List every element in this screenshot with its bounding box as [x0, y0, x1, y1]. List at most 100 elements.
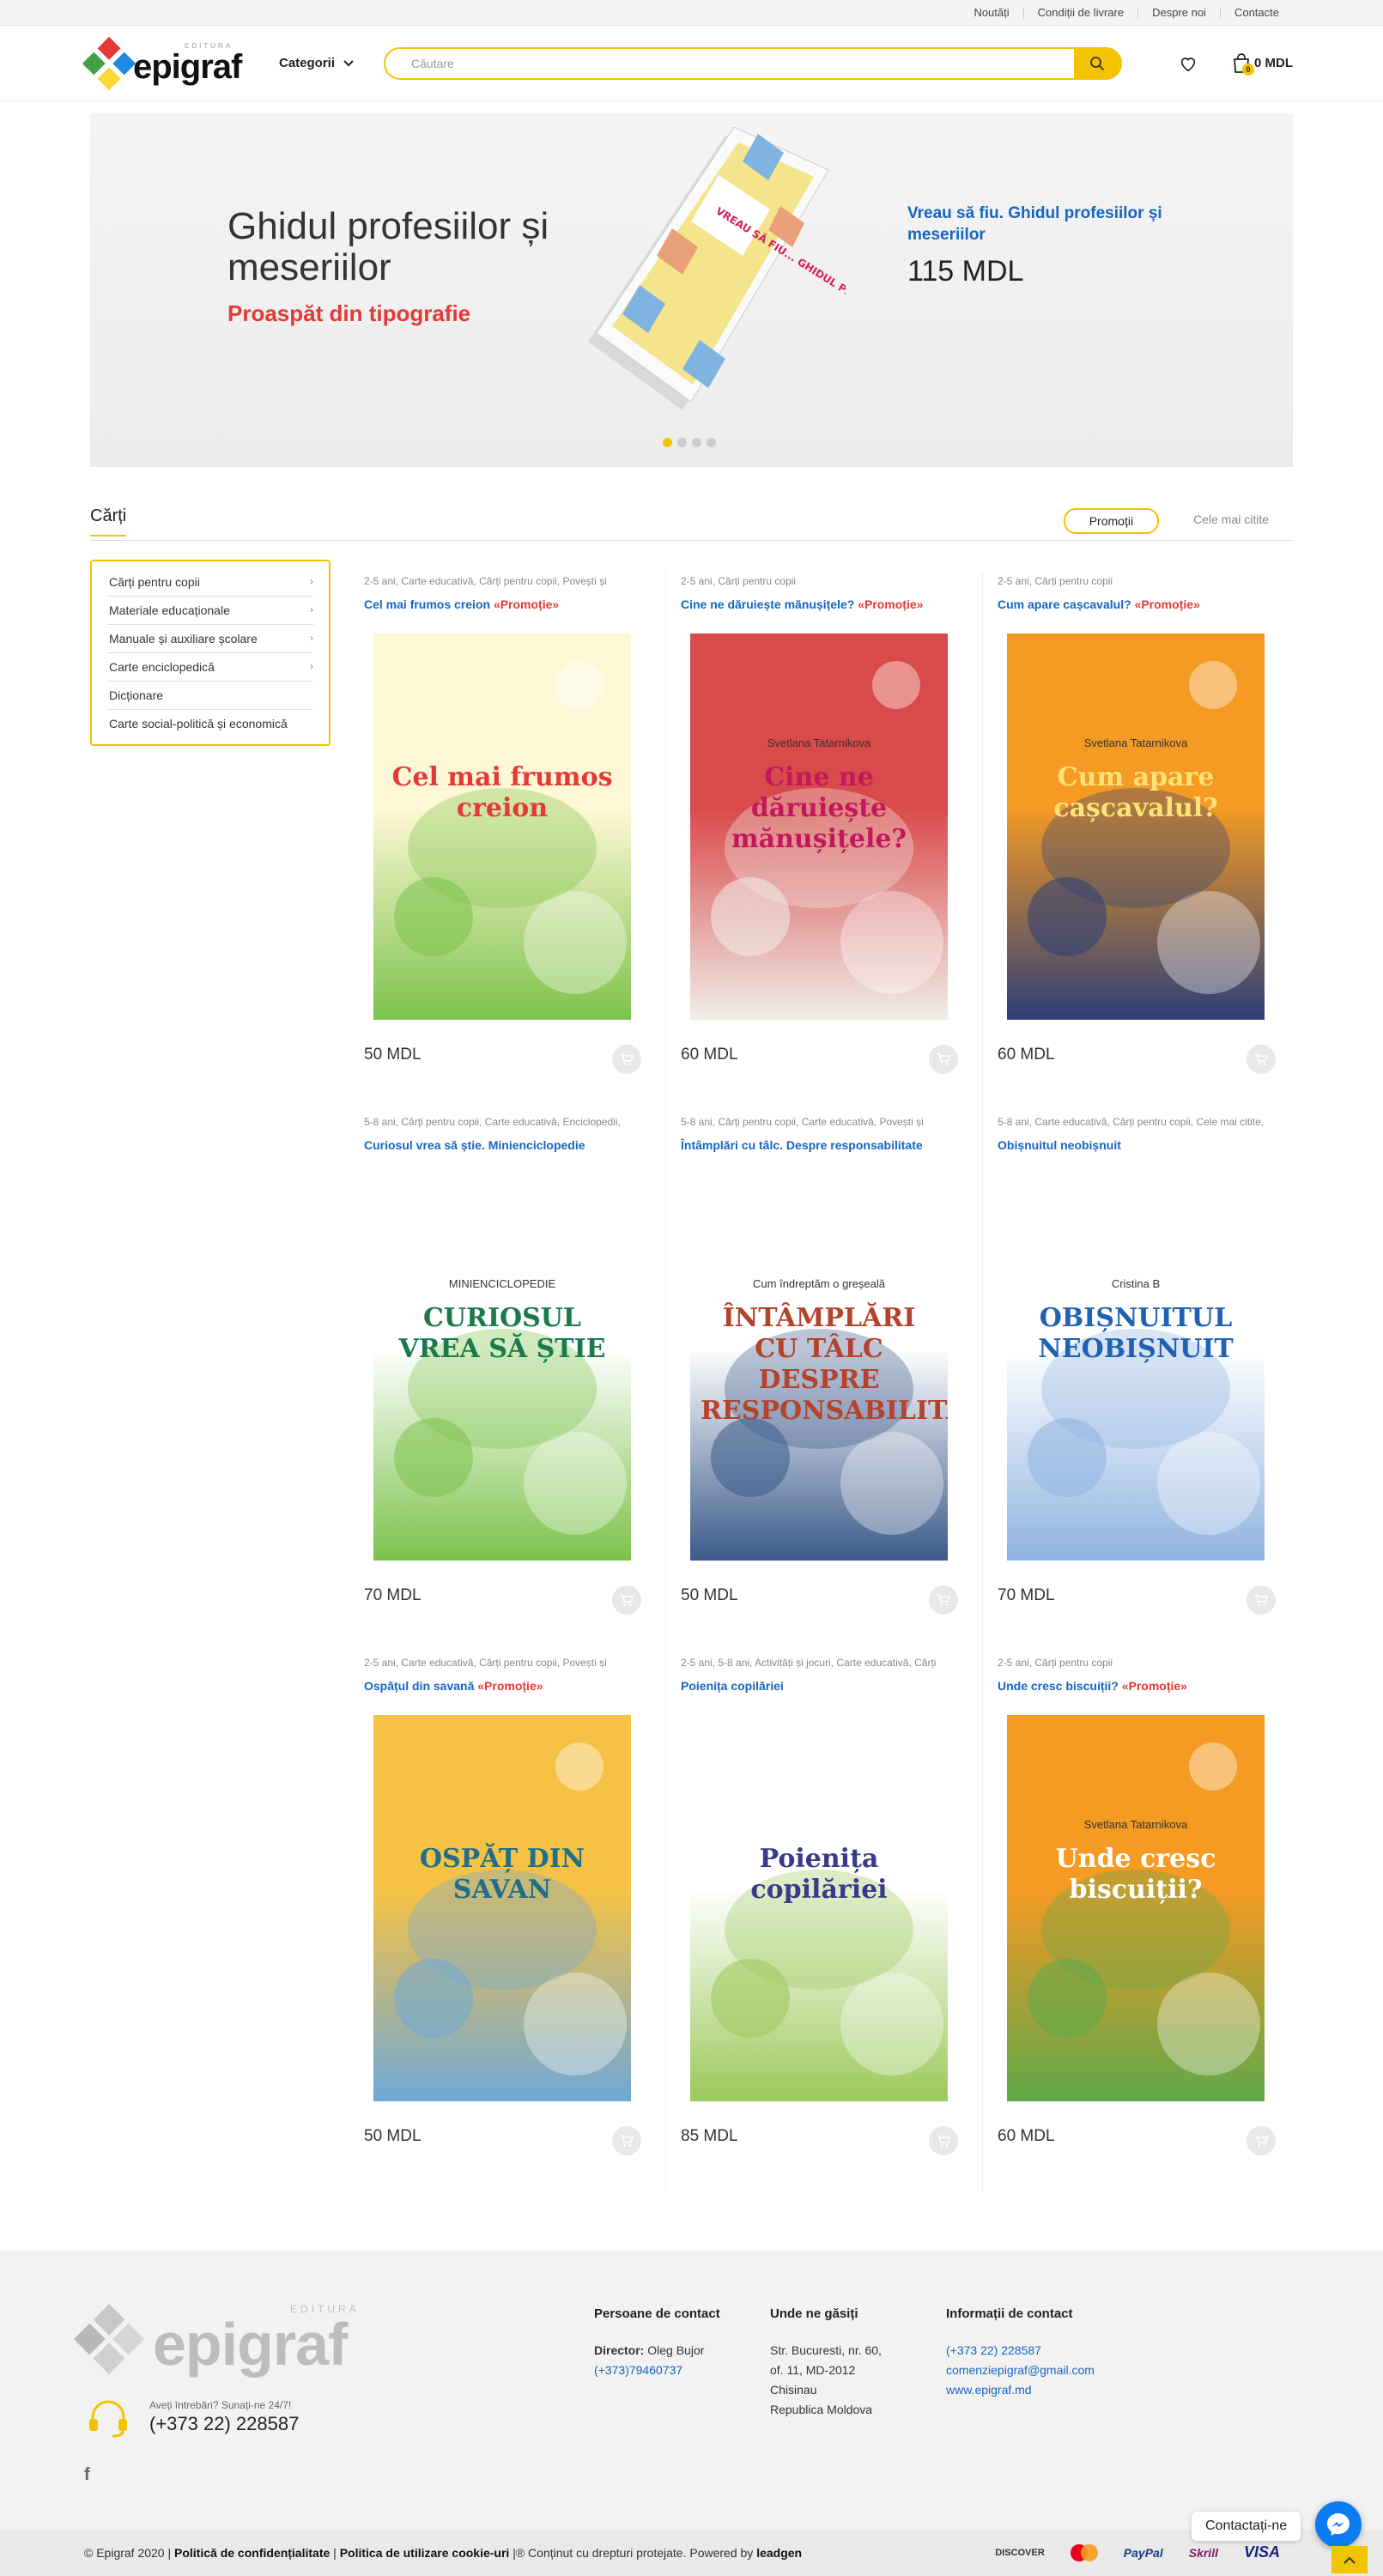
sidebar-item-label: Manuale și auxiliare școlare — [109, 632, 258, 646]
sidebar-item-label: Cărți pentru copii — [109, 575, 200, 589]
add-to-cart-button[interactable] — [1247, 1045, 1276, 1074]
banner-product-name[interactable]: Vreau să fiu. Ghidul profesiilor și mese… — [907, 203, 1165, 245]
product-tags: 5-8 ani, Carte educativă, Cărți pentru c… — [998, 1116, 1265, 1128]
product-name[interactable]: Întâmplări cu tâlc. Despre responsabilit… — [681, 1138, 967, 1155]
cart-icon — [621, 1594, 634, 1606]
sidebar-item-educational[interactable]: Materiale educaționale › — [107, 597, 313, 625]
scroll-to-top-button[interactable] — [1331, 2546, 1368, 2573]
hero-banner[interactable]: Ghidul profesiilor și meseriilor Proaspă… — [90, 113, 1293, 467]
product-card[interactable]: 5-8 ani, Cărți pentru copii, Carte educa… — [349, 1112, 666, 1653]
add-to-cart-button[interactable] — [612, 1045, 641, 1074]
product-card[interactable]: 2-5 ani, Cărți pentru copii Unde cresc b… — [983, 1653, 1300, 2194]
product-name[interactable]: Cine ne dăruiește mănușițele? «Promoție» — [681, 597, 967, 615]
chevron-right-icon: › — [310, 660, 313, 672]
topbar-link-about[interactable]: Despre noi — [1137, 6, 1220, 19]
sidebar-item-social-political[interactable]: Carte social-politică și economică — [107, 710, 313, 737]
site-logo[interactable]: EDITURA epigraf — [82, 36, 262, 90]
sidebar-item-label: Materiale educaționale — [109, 603, 230, 617]
add-to-cart-button[interactable] — [929, 1585, 958, 1615]
chevron-up-icon — [1344, 2556, 1356, 2564]
product-price: 50 MDL — [364, 1046, 422, 1064]
product-card[interactable]: 5-8 ani, Carte educativă, Cărți pentru c… — [983, 1112, 1300, 1653]
books-section-header: Cărți Promoții Cele mai citite — [90, 505, 1293, 541]
sidebar-item-dictionaries[interactable]: Dicționare — [107, 682, 313, 710]
address-line: Str. Bucuresti, nr. 60, — [770, 2343, 882, 2357]
address-line: of. 11, MD-2012 — [770, 2363, 856, 2377]
add-to-cart-button[interactable] — [612, 1585, 641, 1615]
product-cover-image[interactable]: OSPĂȚ DIN SAVAN — [373, 1715, 631, 2101]
slider-dot[interactable] — [707, 438, 716, 447]
add-to-cart-button[interactable] — [929, 1045, 958, 1074]
footer-phone-number[interactable]: (+373 22) 228587 — [149, 2413, 299, 2435]
slider-dots — [663, 438, 716, 447]
product-name[interactable]: Cum apare cașcavalul? «Promoție» — [998, 597, 1285, 615]
slider-dot[interactable] — [663, 438, 672, 447]
sidebar-item-label: Carte enciclopedică — [109, 660, 215, 674]
product-name[interactable]: Obișnuitul neobișnuit — [998, 1138, 1285, 1155]
add-to-cart-button[interactable] — [929, 2126, 958, 2155]
product-card[interactable]: 2-5 ani, Cărți pentru copii Cum apare ca… — [983, 572, 1300, 1112]
slider-dot[interactable] — [677, 438, 687, 447]
product-cover-image[interactable]: Cel mai frumos creion — [373, 633, 631, 1020]
product-card[interactable]: 2-5 ani, Carte educativă, Cărți pentru c… — [349, 1653, 666, 2194]
cart-icon — [621, 2135, 634, 2147]
product-name[interactable]: Ospățul din savană «Promoție» — [364, 1679, 651, 1696]
footer-contacts-column: Persoane de contact Director: Oleg Bujor… — [594, 2304, 720, 2380]
director-phone-link[interactable]: (+373)79460737 — [594, 2361, 720, 2380]
search-button[interactable] — [1074, 48, 1120, 78]
powered-by-link[interactable]: leadgen — [756, 2546, 802, 2560]
product-card[interactable]: 2-5 ani, Cărți pentru copii Cine ne dăru… — [666, 572, 983, 1112]
sidebar-item-encyclopedic[interactable]: Carte enciclopedică › — [107, 653, 313, 682]
product-cover-image[interactable]: Svetlana Tatarnikova Unde cresc biscuiți… — [1007, 1715, 1265, 2101]
categories-dropdown[interactable]: Categorii — [279, 56, 373, 70]
info-site-link[interactable]: www.epigraf.md — [946, 2380, 1095, 2400]
product-row: 2-5 ani, Carte educativă, Cărți pentru c… — [349, 1653, 1300, 2194]
topbar-link-contacts[interactable]: Contacte — [1219, 6, 1293, 19]
product-name-text: Cel mai frumos creion — [364, 597, 491, 611]
sidebar-item-textbooks[interactable]: Manuale și auxiliare școlare › — [107, 625, 313, 653]
topbar-link-news[interactable]: Noutăți — [960, 6, 1022, 19]
product-cover-image[interactable]: Svetlana Tatarnikova Cine ne dăruiește m… — [690, 633, 948, 1020]
cover-title: Cel mai frumos creion — [391, 762, 613, 823]
wishlist-heart-icon[interactable] — [1179, 54, 1198, 73]
add-to-cart-button[interactable] — [1247, 1585, 1276, 1615]
footer-location-heading: Unde ne găsiți — [770, 2306, 858, 2321]
product-cover-image[interactable]: Cum îndreptăm o greșeală ÎNTÂMPLĂRI CU T… — [690, 1174, 948, 1561]
cart-icon — [1255, 1053, 1268, 1065]
add-to-cart-button[interactable] — [612, 2126, 641, 2155]
add-to-cart-button[interactable] — [1247, 2126, 1276, 2155]
product-card[interactable]: 2-5 ani, Carte educativă, Cărți pentru c… — [349, 572, 666, 1112]
director-name: Oleg Bujor — [647, 2343, 705, 2357]
facebook-icon[interactable]: f — [84, 2465, 90, 2485]
info-email-link[interactable]: comenziepigraf@gmail.com — [946, 2361, 1095, 2380]
cover-illustration — [1028, 1202, 1260, 1535]
product-name[interactable]: Curiosul vrea să știe. Minienciclopedie — [364, 1138, 651, 1155]
slider-dot[interactable] — [692, 438, 701, 447]
site-header: EDITURA epigraf Categorii 0 0 MDL — [0, 26, 1383, 101]
tab-most-read[interactable]: Cele mai citite — [1169, 508, 1293, 534]
mastercard-logo — [1070, 2543, 1098, 2561]
footer-logo[interactable]: EDITURA epigraf — [73, 2303, 360, 2375]
product-name[interactable]: Poienița copilăriei — [681, 1679, 967, 1696]
product-cover-image[interactable]: Svetlana Tatarnikova Cum apare cașcavalu… — [1007, 633, 1265, 1020]
product-card[interactable]: 2-5 ani, 5-8 ani, Activități și jocuri, … — [666, 1653, 983, 2194]
product-cover-image[interactable]: MINIENCICLOPEDIE CURIOSUL VREA SĂ ȘTIE — [373, 1174, 631, 1561]
search-input[interactable] — [385, 48, 1074, 78]
product-name[interactable]: Unde cresc biscuiții? «Promoție» — [998, 1679, 1285, 1696]
product-name[interactable]: Cel mai frumos creion «Promoție» — [364, 597, 651, 615]
sidebar-item-childrens-books[interactable]: Cărți pentru copii › — [107, 568, 313, 597]
chat-label[interactable]: Contactați-ne — [1192, 2512, 1301, 2541]
cookie-policy-link[interactable]: Politica de utilizare cookie-uri — [340, 2546, 510, 2560]
cover-title: Cine ne dăruiește mănușițele? — [731, 762, 907, 854]
tab-promotions[interactable]: Promoții — [1063, 508, 1160, 534]
cart-button[interactable]: 0 0 MDL — [1232, 52, 1293, 76]
messenger-chat-button[interactable] — [1315, 2501, 1362, 2548]
info-phone-link[interactable]: (+373 22) 228587 — [946, 2341, 1095, 2361]
topbar-link-delivery[interactable]: Condiții de livrare — [1022, 6, 1137, 19]
promo-label: «Promoție» — [858, 597, 924, 611]
privacy-policy-link[interactable]: Politică de confidențialitate — [174, 2546, 330, 2560]
product-card[interactable]: 5-8 ani, Cărți pentru copii, Carte educa… — [666, 1112, 983, 1653]
chevron-right-icon: › — [310, 603, 313, 615]
product-cover-image[interactable]: Cristina B OBIȘNUITUL NEOBIȘNUIT — [1007, 1174, 1265, 1561]
product-cover-image[interactable]: Poienița copilăriei — [690, 1715, 948, 2101]
